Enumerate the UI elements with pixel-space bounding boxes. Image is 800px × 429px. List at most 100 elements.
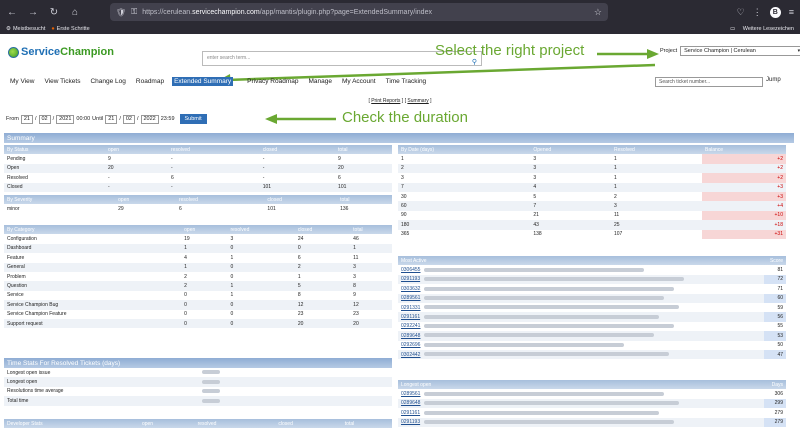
cell[interactable]: 1 xyxy=(181,262,228,272)
ticket-link[interactable]: 0291161 xyxy=(401,314,420,320)
menu-manage[interactable]: Manage xyxy=(306,77,334,86)
cell[interactable]: 1 xyxy=(611,173,702,182)
ticket-link[interactable]: 0292241 xyxy=(401,323,420,329)
cell[interactable]: 7 xyxy=(530,201,611,211)
cell[interactable]: 25 xyxy=(610,220,702,230)
cell[interactable]: 5 xyxy=(294,281,351,291)
cell[interactable]: 101 xyxy=(335,182,392,192)
cell[interactable]: 12 xyxy=(294,300,351,310)
cell[interactable]: 136 xyxy=(337,204,392,213)
until-day-select[interactable]: 21 xyxy=(105,114,118,124)
cell[interactable]: 101 xyxy=(264,204,337,213)
ticket-link[interactable]: 0302442 xyxy=(401,352,420,358)
menu-my-view[interactable]: My View xyxy=(8,77,36,86)
cell[interactable]: 0 xyxy=(227,272,294,281)
cell[interactable]: 0 xyxy=(181,318,228,329)
cell[interactable]: 9 xyxy=(105,154,168,163)
cell[interactable]: 43 xyxy=(530,220,611,230)
menu-roadmap[interactable]: Roadmap xyxy=(134,77,166,86)
cell[interactable]: 1 xyxy=(610,182,702,192)
cell[interactable]: 20 xyxy=(350,318,392,329)
print-reports-link[interactable]: Print Reports xyxy=(371,98,400,104)
cell[interactable]: 0 xyxy=(227,310,294,319)
cell[interactable]: 5 xyxy=(530,192,611,201)
menu-extended-summary[interactable]: Extended Summary xyxy=(172,77,234,86)
back-icon[interactable]: ← xyxy=(6,7,18,18)
bookmark-getting-started[interactable]: Erste Schritte xyxy=(57,26,90,32)
cell[interactable]: 21 xyxy=(530,211,611,220)
cell[interactable]: 3 xyxy=(530,163,611,174)
cell[interactable]: 2 xyxy=(181,281,228,291)
project-select[interactable]: Service Champion | Cerulean ▾ xyxy=(680,46,800,56)
cell[interactable]: 0 xyxy=(227,300,295,310)
cell[interactable]: 6 xyxy=(335,173,392,182)
cell[interactable]: 0 xyxy=(294,243,351,254)
from-year-select[interactable]: 2021 xyxy=(56,114,75,124)
cell[interactable]: 0 xyxy=(227,318,295,329)
cell[interactable]: 1 xyxy=(611,154,702,163)
cell[interactable]: 9 xyxy=(350,291,392,300)
cell[interactable]: 20 xyxy=(294,318,351,329)
address-bar[interactable]: 🛡 ⚿ https://cerulean. servicechampion.com… xyxy=(110,3,608,21)
cell[interactable]: 6 xyxy=(176,204,264,213)
cell[interactable]: 3 xyxy=(530,154,611,163)
cell[interactable]: 11 xyxy=(350,253,392,262)
cell[interactable]: 4 xyxy=(181,253,227,262)
logo[interactable]: ServiceChampion xyxy=(8,46,114,58)
ticket-link[interactable]: 0289648 xyxy=(401,333,420,339)
from-time[interactable]: 00:00 xyxy=(76,116,90,122)
library-icon[interactable]: ⋮ xyxy=(753,7,762,18)
from-month-select[interactable]: 02 xyxy=(38,114,51,124)
menu-icon[interactable]: ≡ xyxy=(789,7,794,17)
cell[interactable]: 8 xyxy=(350,281,392,291)
cell[interactable]: 19 xyxy=(181,234,227,243)
cell[interactable]: 0 xyxy=(227,243,295,254)
ticket-link[interactable]: 0303632 xyxy=(401,286,420,292)
until-year-select[interactable]: 2022 xyxy=(140,114,159,124)
cell[interactable]: 3 xyxy=(350,262,392,272)
cell[interactable]: 1 xyxy=(227,253,294,262)
menu-privacy-roadmap[interactable]: Privacy Roadmap xyxy=(245,77,300,86)
menu-view-tickets[interactable]: View Tickets xyxy=(42,77,82,86)
ticket-link[interactable]: 0291193 xyxy=(401,276,420,282)
cell[interactable]: 23 xyxy=(350,310,392,319)
bookmark-most-visited[interactable]: Meistbesucht xyxy=(13,26,45,32)
cell[interactable]: 3 xyxy=(350,272,392,281)
cell[interactable]: 1 xyxy=(610,163,702,174)
menu-my-account[interactable]: My Account xyxy=(340,77,378,86)
cell[interactable]: 2 xyxy=(181,272,227,281)
cell[interactable]: 11 xyxy=(611,211,702,220)
cell[interactable]: 6 xyxy=(168,173,260,182)
summary-link[interactable]: Summary xyxy=(407,98,428,104)
from-day-select[interactable]: 21 xyxy=(20,114,33,124)
cell[interactable]: 3 xyxy=(227,234,294,243)
ticket-link[interactable]: 0291193 xyxy=(401,419,420,425)
pocket-icon[interactable]: ♡ xyxy=(737,7,745,18)
cell[interactable]: 8 xyxy=(295,291,350,300)
cell[interactable]: 0 xyxy=(181,300,228,310)
cell[interactable]: 1 xyxy=(181,243,228,254)
home-icon[interactable]: ⌂ xyxy=(69,7,81,18)
cell[interactable]: 107 xyxy=(611,230,702,239)
ticket-link[interactable]: 0306455 xyxy=(401,267,420,273)
ticket-search-input[interactable]: Search ticket number... xyxy=(655,77,763,87)
cell[interactable]: 1 xyxy=(295,272,350,281)
cell[interactable]: 12 xyxy=(350,300,392,310)
cell[interactable]: 0 xyxy=(227,262,295,272)
jump-button[interactable]: Jump xyxy=(766,77,781,83)
cell[interactable]: 1 xyxy=(350,243,392,254)
until-time[interactable]: 23:59 xyxy=(161,116,175,122)
ticket-link[interactable]: 0289648 xyxy=(401,400,420,406)
cell[interactable]: 1 xyxy=(227,281,295,291)
shield-icon[interactable]: 🛡 xyxy=(116,8,126,17)
ticket-link[interactable]: 0291331 xyxy=(401,305,420,311)
cell[interactable]: 46 xyxy=(350,234,392,243)
cell[interactable]: 20 xyxy=(335,163,392,174)
forward-icon[interactable]: → xyxy=(27,7,39,18)
cell[interactable]: 29 xyxy=(115,204,176,213)
ticket-link[interactable]: 0292696 xyxy=(401,342,420,348)
cell[interactable]: 2 xyxy=(294,262,351,272)
cell[interactable]: 2 xyxy=(611,192,702,201)
cell[interactable]: 6 xyxy=(295,253,350,262)
ticket-link[interactable]: 0289561 xyxy=(401,295,420,301)
